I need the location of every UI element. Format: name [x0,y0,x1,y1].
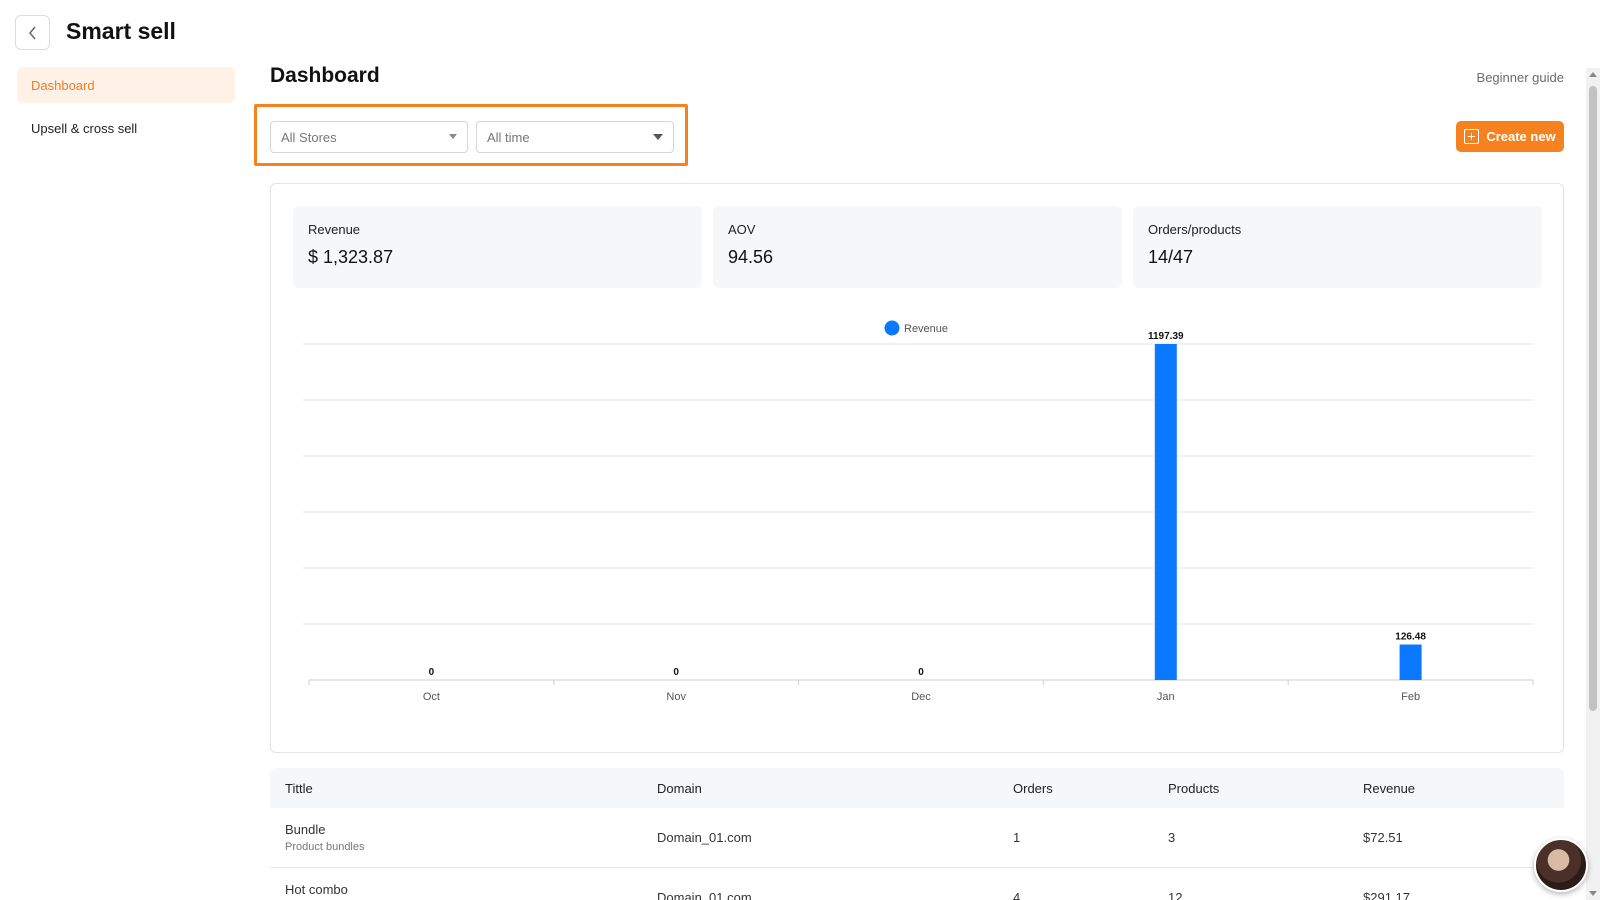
store-select[interactable]: All Stores [270,121,468,153]
app-root: Smart sell Dashboard Upsell & cross sell… [0,0,1600,900]
data-label: 0 [429,667,435,678]
row-domain: Domain_01.com [657,890,752,900]
sidebar-item-upsell-cross-sell[interactable]: Upsell & cross sell [17,110,235,146]
x-tick-label: Jan [1157,691,1175,703]
column-header-domain: Domain [657,781,702,796]
data-label: 0 [673,667,679,678]
stat-card-orders-products: Orders/products 14/47 [1133,206,1542,288]
data-label: 0 [918,667,924,678]
store-select-value: All Stores [281,129,337,145]
sidebar: Dashboard Upsell & cross sell [17,67,235,153]
x-tick-label: Feb [1401,691,1420,703]
stat-label: AOV [728,222,756,237]
data-label: 126.48 [1395,632,1426,643]
row-products: 12 [1168,890,1183,900]
stat-value: $ 1,323.87 [308,247,394,267]
period-select[interactable]: All time [476,121,674,153]
row-title-cell: Bundle Product bundles [285,822,365,853]
row-revenue: $72.51 [1363,830,1403,845]
x-tick-label: Dec [911,691,931,703]
row-orders: 4 [1013,890,1021,900]
create-new-button[interactable]: Create new [1456,121,1564,152]
row-orders: 1 [1013,830,1021,845]
data-label: 1197.39 [1148,331,1184,342]
scroll-down-icon[interactable] [1589,891,1597,896]
row-title: Bundle [285,822,326,837]
row-products: 3 [1168,830,1176,845]
column-header-revenue: Revenue [1363,781,1416,796]
page-title: Dashboard [270,64,380,87]
beginner-guide-link[interactable]: Beginner guide [1477,70,1564,85]
chevron-down-icon [653,134,663,140]
column-header-title: Tittle [285,781,313,796]
column-header-products: Products [1168,781,1220,796]
bar-jan [1154,344,1177,680]
table-row[interactable]: Bundle Product bundles Domain_01.com 1 3… [270,808,1564,868]
table-header: Tittle Domain Orders Products Revenue [270,768,1564,808]
scroll-thumb[interactable] [1589,86,1597,711]
plus-square-icon [1464,129,1480,144]
row-domain: Domain_01.com [657,830,752,845]
create-new-label: Create new [1486,129,1556,144]
page-scrollbar[interactable] [1586,68,1600,900]
revenue-chart-svg: Revenue 0 Oct 0 Nov 0 Dec 1197.39 Jan 126.48 Feb [303,320,1534,703]
stat-value: 94.56 [728,247,774,267]
stats-panel: Revenue $ 1,323.87 AOV 94.56 Orders/prod… [270,183,1564,753]
support-chat-avatar[interactable] [1534,838,1588,892]
campaign-table: Tittle Domain Orders Products Revenue Bu… [270,768,1564,900]
chevron-down-icon [449,134,457,139]
stat-value: 14/47 [1148,247,1194,267]
stat-label: Revenue [308,222,361,237]
revenue-chart: Revenue 0 Oct 0 Nov 0 Dec 1197.39 Jan 126.48 Feb [271,304,1565,744]
back-button[interactable] [15,15,50,50]
legend-label: Revenue [904,323,948,335]
row-title: Hot combo [285,882,348,897]
legend-swatch [884,320,900,336]
stat-card-aov: AOV 94.56 [713,206,1122,288]
sidebar-item-dashboard[interactable]: Dashboard [17,67,235,103]
x-tick-label: Oct [423,691,440,703]
row-revenue: $291.17 [1363,890,1410,900]
scroll-up-icon[interactable] [1589,72,1597,77]
stat-card-revenue: Revenue $ 1,323.87 [293,206,702,288]
row-title-cell: Hot combo [285,882,348,900]
stat-label: Orders/products [1148,222,1242,237]
column-header-orders: Orders [1013,781,1053,796]
bar-feb [1399,644,1422,680]
app-title: Smart sell [66,18,176,44]
chevron-left-icon [28,26,36,39]
period-select-value: All time [487,129,530,145]
row-subtitle: Product bundles [285,841,365,853]
x-tick-label: Nov [666,691,686,703]
table-row[interactable]: Hot combo Domain_01.com 4 12 $291.17 [270,868,1564,900]
